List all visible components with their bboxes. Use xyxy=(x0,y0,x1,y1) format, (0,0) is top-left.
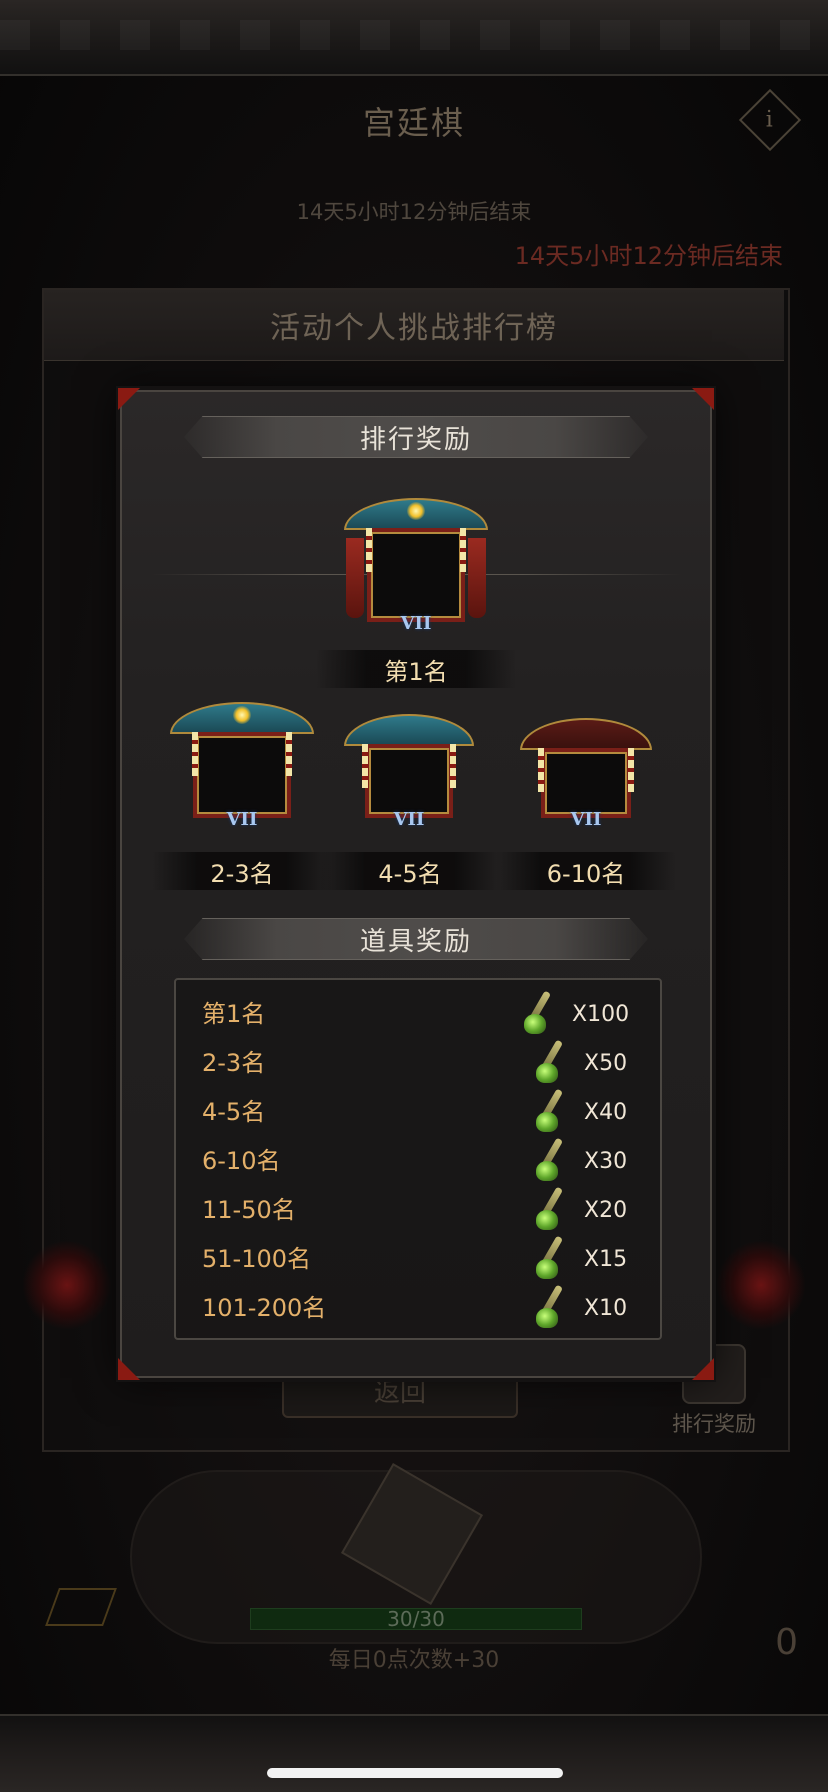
avatar-frame-rank-1: VII xyxy=(344,498,488,644)
corner-ornament xyxy=(692,388,714,410)
green-orb-staff-icon xyxy=(534,1284,568,1330)
home-indicator[interactable] xyxy=(267,1768,563,1778)
item-quantity: X100 xyxy=(572,1002,630,1027)
frame-rank-label: 4-5名 xyxy=(320,852,500,890)
frame-emblem: VII xyxy=(570,809,602,830)
avatar-frame-rank-6-10: VII xyxy=(520,718,652,840)
glow-gem-icon xyxy=(233,706,251,724)
top-ornament-bar xyxy=(0,0,828,76)
list-item: 2-3名 X50 xyxy=(176,1039,660,1090)
leaderboard-title: 活动个人挑战排行榜 xyxy=(44,290,784,361)
frame-roof xyxy=(344,714,474,746)
item-rank: 2-3名 xyxy=(202,1049,266,1077)
frame-emblem: VII xyxy=(226,809,258,830)
rank-reward-modal: 排行奖励 VII 第1名 VII 2-3名 VII 4-5名 VII 6-10名… xyxy=(118,388,714,1380)
curtain-right xyxy=(468,538,486,618)
list-item: 6-10名 X30 xyxy=(176,1137,660,1188)
frame-rank-label: 6-10名 xyxy=(496,852,676,890)
lantern-right xyxy=(450,744,456,788)
glow-gem-icon xyxy=(407,502,425,520)
item-quantity: X30 xyxy=(584,1149,628,1174)
frame-rank-label: 2-3名 xyxy=(152,852,332,890)
rank-reward-label: 排行奖励 xyxy=(672,1412,756,1436)
green-orb-staff-icon xyxy=(534,1186,568,1232)
item-rank: 11-50名 xyxy=(202,1196,296,1224)
frame-emblem: VII xyxy=(393,809,425,830)
item-rank: 第1名 xyxy=(202,1000,266,1028)
list-item: 11-50名 X20 xyxy=(176,1186,660,1237)
item-reward-list: 第1名 X100 2-3名 X50 4-5名 X40 6-10名 X30 11-… xyxy=(174,978,662,1340)
lantern-left xyxy=(362,744,368,788)
item-quantity: X40 xyxy=(584,1100,628,1125)
frame-roof xyxy=(520,718,652,750)
lantern-left xyxy=(366,528,372,572)
corner-ornament xyxy=(118,388,140,410)
list-item: 101-200名 X10 xyxy=(176,1284,660,1335)
red-orb-right-icon xyxy=(716,1240,806,1330)
game-title: 宫廷棋 xyxy=(362,104,465,142)
red-orb-left-icon xyxy=(22,1240,112,1330)
frame-window xyxy=(367,528,465,622)
curtain-left xyxy=(346,538,364,618)
frame-emblem: VII xyxy=(400,613,432,634)
lantern-right xyxy=(628,748,634,792)
dice-count: 0 xyxy=(775,1622,798,1663)
section-title: 排行奖励 xyxy=(359,424,472,455)
item-quantity: X20 xyxy=(584,1198,628,1223)
lantern-left xyxy=(538,748,544,792)
item-quantity: X50 xyxy=(584,1051,628,1076)
item-rank: 6-10名 xyxy=(202,1147,281,1175)
list-item: 51-100名 X15 xyxy=(176,1235,660,1286)
corner-ornament xyxy=(118,1358,140,1380)
item-quantity: X10 xyxy=(584,1296,628,1321)
bottom-ornament-bar xyxy=(0,1714,828,1792)
green-orb-staff-icon xyxy=(522,990,556,1036)
green-orb-staff-icon xyxy=(534,1137,568,1183)
attempts-progress: 30/30 xyxy=(250,1608,582,1630)
arrow-left-icon[interactable] xyxy=(45,1588,117,1626)
item-rank: 51-100名 xyxy=(202,1245,312,1273)
frame-window xyxy=(193,732,291,818)
avatar-frame-rank-4-5: VII xyxy=(344,714,474,840)
section-header-rank-reward: 排行奖励 xyxy=(184,416,648,458)
lantern-right xyxy=(460,528,466,572)
corner-ornament xyxy=(692,1358,714,1380)
frame-window xyxy=(364,744,454,818)
game-screen: 宫廷棋 i 14天5小时12分钟后结束 14天5小时12分钟后结束 活动个人挑战… xyxy=(0,0,828,1792)
list-item: 4-5名 X40 xyxy=(176,1088,660,1139)
list-item: 第1名 X100 xyxy=(176,990,660,1041)
daily-attempts-note: 每日0点次数+30 xyxy=(328,1648,500,1673)
green-orb-staff-icon xyxy=(534,1039,568,1085)
green-orb-staff-icon xyxy=(534,1235,568,1281)
lantern-left xyxy=(192,732,198,776)
item-rank: 101-200名 xyxy=(202,1294,327,1322)
item-quantity: X15 xyxy=(584,1247,628,1272)
frame-rank-label: 第1名 xyxy=(316,650,516,688)
section-title: 道具奖励 xyxy=(359,926,472,957)
item-rank: 4-5名 xyxy=(202,1098,266,1126)
event-countdown: 14天5小时12分钟后结束 xyxy=(296,200,532,224)
frame-window xyxy=(541,748,631,818)
avatar-frame-rank-2-3: VII xyxy=(170,702,314,840)
lantern-right xyxy=(286,732,292,776)
section-header-item-reward: 道具奖励 xyxy=(184,918,648,960)
green-orb-staff-icon xyxy=(534,1088,568,1134)
event-countdown-alert: 14天5小时12分钟后结束 xyxy=(514,242,783,270)
